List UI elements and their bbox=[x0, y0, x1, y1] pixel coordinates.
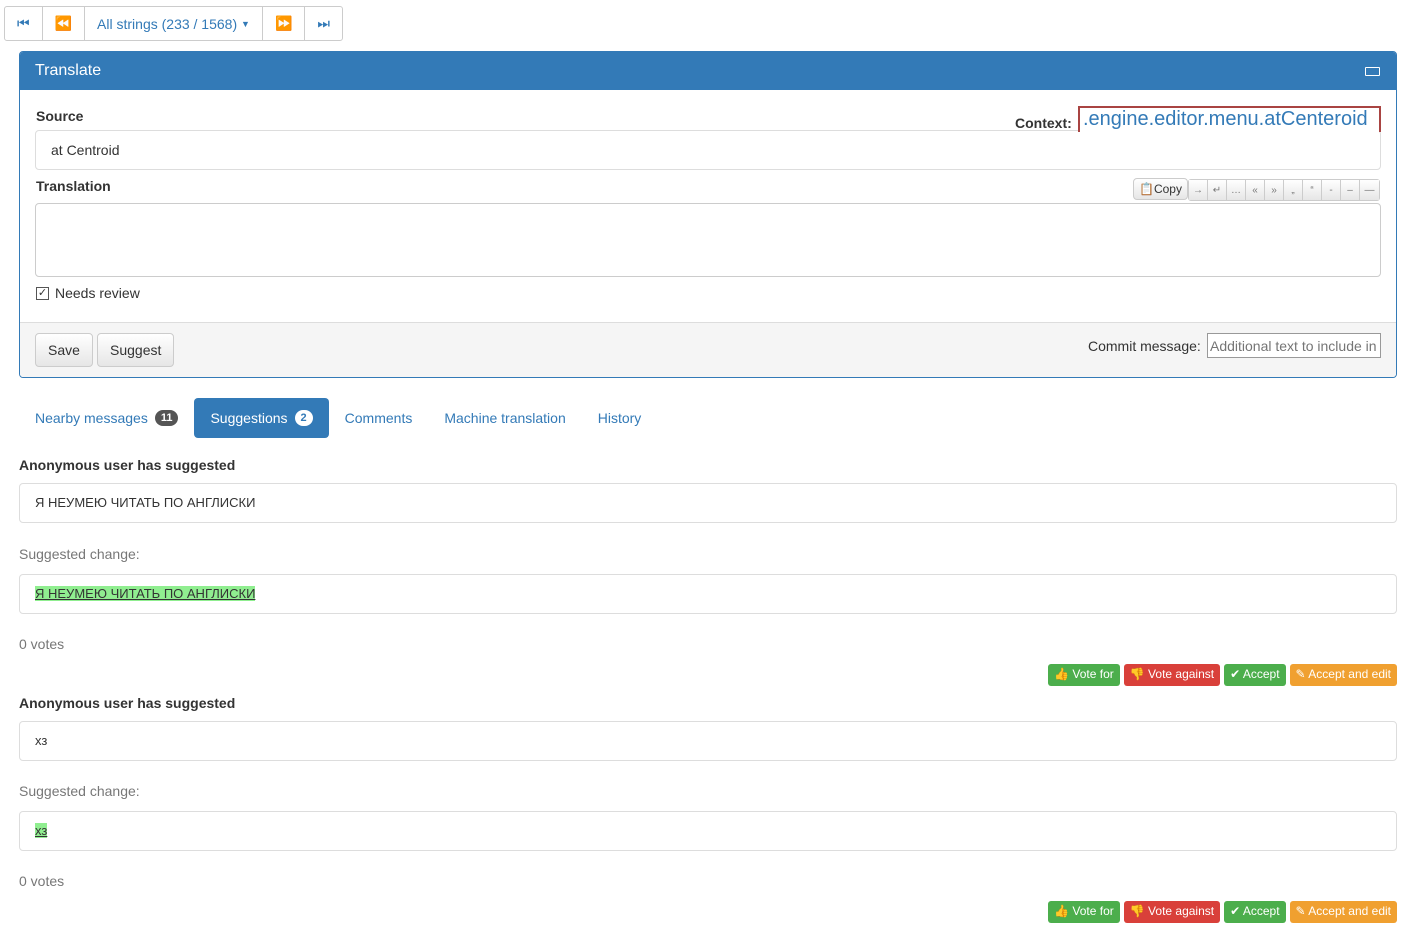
tab-label: Nearby messages bbox=[35, 410, 148, 426]
thumbs-down-icon: 👎 bbox=[1129, 904, 1145, 918]
tab-nearby-messages[interactable]: Nearby messages 11 bbox=[19, 398, 194, 438]
context-label: Context: bbox=[1015, 115, 1072, 131]
tab-label: Suggestions bbox=[210, 410, 288, 426]
label: Accept bbox=[1242, 904, 1280, 918]
translate-panel: Translate Source Context: .engine.editor… bbox=[19, 51, 1397, 378]
char-button[interactable]: ↵ bbox=[1208, 180, 1227, 200]
votes-count: 0 votes bbox=[19, 636, 65, 652]
suggestion-text: хз bbox=[19, 721, 1397, 761]
string-navigation: ⏮ ⏪ All strings (233 / 1568) ▼ ⏩ ⏭ bbox=[4, 6, 343, 41]
char-button[interactable]: → bbox=[1189, 180, 1208, 200]
label: Vote for bbox=[1072, 904, 1114, 918]
panel-footer: Save Suggest Commit message: bbox=[20, 322, 1396, 377]
accept-button[interactable]: ✔ Accept bbox=[1224, 664, 1286, 686]
needs-review-label: Needs review bbox=[55, 285, 140, 301]
char-button[interactable]: – bbox=[1341, 180, 1360, 200]
pencil-icon: ✎ bbox=[1295, 904, 1306, 918]
save-button[interactable]: Save bbox=[35, 333, 93, 367]
accept-button[interactable]: ✔ Accept bbox=[1224, 901, 1286, 923]
source-text: at Centroid bbox=[35, 130, 1381, 170]
thumbs-down-icon: 👎 bbox=[1129, 667, 1145, 681]
needs-review-checkbox[interactable]: ✓ Needs review bbox=[36, 285, 140, 301]
translation-input[interactable] bbox=[35, 203, 1381, 277]
tab-machine-translation[interactable]: Machine translation bbox=[428, 398, 581, 438]
char-button[interactable]: » bbox=[1265, 180, 1284, 200]
copy-label: Copy bbox=[1153, 182, 1182, 196]
suggested-change-diff: Я НЕУМЕЮ ЧИТАТЬ ПО АНГЛИСКИ bbox=[35, 586, 256, 601]
votes-count: 0 votes bbox=[19, 873, 65, 889]
label: Vote against bbox=[1148, 667, 1215, 681]
checkbox-checked-icon: ✓ bbox=[36, 286, 49, 300]
commit-message-input[interactable] bbox=[1207, 333, 1381, 358]
vote-against-button[interactable]: 👎 Vote against bbox=[1123, 901, 1221, 923]
vote-for-button[interactable]: 👍 Vote for bbox=[1048, 901, 1120, 923]
label: Vote for bbox=[1072, 667, 1114, 681]
count-badge: 11 bbox=[154, 410, 179, 426]
filter-label: All strings (233 / 1568) bbox=[97, 15, 238, 32]
label: Accept bbox=[1242, 667, 1280, 681]
char-button[interactable]: « bbox=[1246, 180, 1265, 200]
char-button[interactable]: — bbox=[1360, 180, 1379, 200]
accept-and-edit-button[interactable]: ✎ Accept and edit bbox=[1289, 901, 1397, 923]
label: Accept and edit bbox=[1308, 667, 1391, 681]
char-button[interactable]: “ bbox=[1303, 180, 1322, 200]
label: Vote against bbox=[1148, 904, 1215, 918]
previous-button[interactable]: ⏪ bbox=[43, 7, 86, 40]
first-button[interactable]: ⏮ bbox=[5, 7, 43, 40]
special-chars-toolbar: → ↵… «» „ “- – — bbox=[1188, 179, 1380, 201]
thumbs-up-icon: 👍 bbox=[1054, 904, 1070, 918]
check-icon: ✔ bbox=[1230, 904, 1241, 918]
copy-button[interactable]: 📋 Copy bbox=[1133, 178, 1188, 200]
suggested-change-diff: хз bbox=[35, 823, 48, 838]
accept-and-edit-button[interactable]: ✎ Accept and edit bbox=[1289, 664, 1397, 686]
tab-bar: Nearby messages 11 Suggestions 2 Comments … bbox=[19, 398, 657, 438]
caret-down-icon: ▼ bbox=[241, 18, 250, 29]
char-button[interactable]: - bbox=[1322, 180, 1341, 200]
vote-against-button[interactable]: 👎 Vote against bbox=[1123, 664, 1221, 686]
panel-heading: Translate bbox=[20, 52, 1396, 90]
copy-icon: 📋 bbox=[1139, 182, 1154, 196]
label: Accept and edit bbox=[1308, 904, 1391, 918]
thumbs-up-icon: 👍 bbox=[1054, 667, 1070, 681]
vote-for-button[interactable]: 👍 Vote for bbox=[1048, 664, 1120, 686]
tab-history[interactable]: History bbox=[582, 398, 658, 438]
count-badge: 2 bbox=[294, 410, 313, 426]
suggestion-author: Anonymous user has suggested bbox=[19, 457, 236, 473]
suggested-change-label: Suggested change: bbox=[19, 783, 140, 799]
filter-dropdown[interactable]: All strings (233 / 1568) ▼ bbox=[85, 7, 263, 40]
source-label: Source bbox=[36, 108, 84, 124]
panel-title: Translate bbox=[35, 62, 102, 79]
char-button[interactable]: … bbox=[1227, 180, 1246, 200]
context-value: .engine.editor.menu.atCenteroid bbox=[1078, 106, 1381, 132]
commit-message-label: Commit message: bbox=[1088, 338, 1201, 354]
last-button[interactable]: ⏭ bbox=[305, 7, 342, 40]
pencil-icon: ✎ bbox=[1295, 667, 1306, 681]
tab-suggestions[interactable]: Suggestions 2 bbox=[194, 398, 329, 438]
keyboard-icon[interactable] bbox=[1365, 67, 1380, 76]
suggested-change-label: Suggested change: bbox=[19, 546, 140, 562]
tab-comments[interactable]: Comments bbox=[329, 398, 429, 438]
translation-label: Translation bbox=[36, 178, 111, 194]
check-icon: ✔ bbox=[1230, 667, 1241, 681]
suggest-button[interactable]: Suggest bbox=[97, 333, 175, 367]
char-button[interactable]: „ bbox=[1284, 180, 1303, 200]
suggestion-author: Anonymous user has suggested bbox=[19, 695, 236, 711]
next-button[interactable]: ⏩ bbox=[263, 7, 306, 40]
suggestion-text: Я НЕУМЕЮ ЧИТАТЬ ПО АНГЛИСКИ bbox=[19, 483, 1397, 523]
